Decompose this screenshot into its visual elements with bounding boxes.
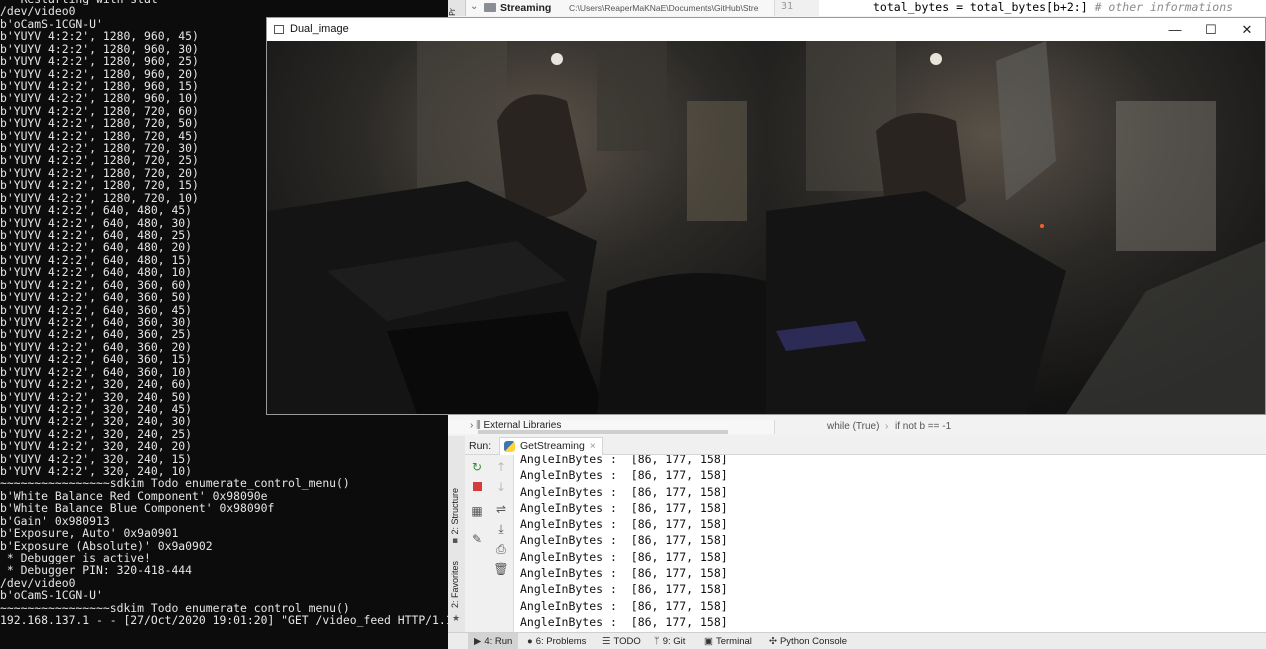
console-line: AngleInBytes : [86, 177, 158] bbox=[520, 598, 728, 613]
console-line: AngleInBytes : [86, 177, 158] bbox=[520, 533, 728, 548]
todo-tool-button[interactable]: ☰ TODO bbox=[602, 633, 641, 649]
python-console-icon: ✣ bbox=[769, 636, 777, 647]
breadcrumb-item[interactable]: while (True) bbox=[827, 421, 879, 432]
console-line: AngleInBytes : [86, 177, 158] bbox=[520, 500, 728, 515]
arrow-down-icon[interactable]: ↓ bbox=[493, 479, 509, 495]
chevron-down-icon[interactable]: ⌄ bbox=[470, 1, 478, 12]
console-line: AngleInBytes : [86, 177, 158] bbox=[520, 468, 728, 483]
code-comment: # other informations bbox=[1094, 0, 1234, 14]
todo-icon: ☰ bbox=[602, 636, 611, 647]
dual-image-window[interactable]: Dual_image — ☐ ✕ bbox=[266, 17, 1266, 415]
breadcrumb: while (True) › if not b == -1 bbox=[774, 420, 1266, 434]
terminal-line: b'White Balance Red Component' 0x98090e bbox=[0, 489, 268, 503]
console-line: AngleInBytes : [86, 177, 158] bbox=[520, 549, 728, 564]
maximize-button[interactable]: ☐ bbox=[1193, 18, 1229, 41]
run-toolbar-secondary: ↑ ↓ ⇌ ⤓ ⎙ 🗑 bbox=[489, 455, 514, 632]
arrow-up-icon[interactable]: ↑ bbox=[493, 459, 509, 475]
project-tree-root[interactable]: ⌄ Streaming C:\Users\ReaperMaKNaE\Docume… bbox=[466, 0, 774, 16]
close-tab-icon[interactable]: × bbox=[590, 440, 596, 452]
terminal-line: b'Gain' 0x980913 bbox=[0, 514, 110, 528]
terminal-line: b'Exposure (Absolute)' 0x9a0902 bbox=[0, 539, 213, 552]
console-line: AngleInBytes : [86, 177, 158] bbox=[520, 582, 728, 597]
terminal-line: ~~~~~~~~~~~~~~~~sdkim Todo enumerate_con… bbox=[0, 477, 350, 490]
terminal-line: b'YUYV 4:2:2', 320, 240, 30) bbox=[0, 415, 193, 428]
console-output: AngleInBytes : [86, 177, 158] AngleInByte… bbox=[520, 455, 728, 630]
terminal-line: b'YUYV 4:2:2', 320, 240, 15) bbox=[0, 452, 193, 466]
git-branch-icon: ᛘ bbox=[654, 636, 660, 647]
terminal-line: b'YUYV 4:2:2', 320, 240, 25) bbox=[0, 427, 193, 441]
console-line: AngleInBytes : [86, 177, 158] bbox=[520, 614, 728, 629]
side-tool-strip: 2: Structure 2: Favorites ▪ ★ bbox=[448, 436, 466, 632]
favorites-tool-tab[interactable]: 2: Favorites bbox=[450, 561, 460, 608]
star-icon: ★ bbox=[452, 614, 461, 624]
console-line: AngleInBytes : [86, 177, 158] bbox=[520, 566, 728, 581]
window-icon bbox=[274, 25, 284, 34]
console-line: AngleInBytes : [86, 177, 158] bbox=[520, 517, 728, 532]
project-name: Streaming bbox=[500, 2, 552, 14]
print-icon[interactable]: ⎙ bbox=[493, 541, 509, 557]
soft-wrap-icon[interactable]: ⇌ bbox=[493, 501, 509, 517]
python-console-tool-button[interactable]: ✣ Python Console bbox=[769, 633, 847, 649]
console-line: AngleInBytes : [86, 177, 158] bbox=[520, 484, 728, 499]
problems-icon: ● bbox=[527, 636, 533, 647]
problems-tool-button[interactable]: ● 6: Problems bbox=[527, 633, 586, 649]
terminal-line: /dev/video0 bbox=[0, 576, 76, 590]
project-path: C:\Users\ReaperMaKNaE\Documents\GitHub\S… bbox=[569, 3, 759, 13]
tab-getstreaming[interactable]: GetStreaming × bbox=[499, 437, 603, 455]
project-tool-tab[interactable]: Pr bbox=[448, 0, 466, 16]
run-icon: ▶ bbox=[474, 636, 482, 647]
scroll-to-end-icon[interactable]: ⤓ bbox=[493, 521, 509, 537]
horizontal-scrollbar[interactable] bbox=[478, 430, 728, 434]
left-camera-image bbox=[267, 41, 766, 414]
console-line: AngleInBytes : [86, 177, 158] bbox=[520, 455, 728, 466]
terminal-line: * Debugger PIN: 320-418-444 bbox=[0, 564, 193, 577]
rerun-icon[interactable]: ↻ bbox=[469, 459, 485, 475]
stop-icon[interactable] bbox=[469, 479, 485, 495]
breadcrumb-separator-icon: › bbox=[885, 421, 889, 432]
terminal-line: b'oCamS-1CGN-U' bbox=[0, 589, 103, 602]
layout-icon[interactable]: ▦ bbox=[469, 503, 485, 519]
terminal-icon: ▣ bbox=[704, 636, 713, 647]
window-titlebar[interactable]: Dual_image — ☐ ✕ bbox=[267, 18, 1265, 41]
python-icon bbox=[504, 441, 515, 452]
line-number-gutter: 31 bbox=[774, 0, 819, 16]
terminal-tool-button[interactable]: ▣ Terminal bbox=[704, 633, 752, 649]
terminal-line: * Debugger is active! bbox=[0, 551, 151, 565]
run-console[interactable]: AngleInBytes : [86, 177, 158] AngleInByte… bbox=[514, 455, 1266, 632]
terminal-line: ~~~~~~~~~~~~~~~~sdkim Todo enumerate_con… bbox=[0, 601, 350, 615]
terminal-line: b'White Balance Blue Component' 0x98090f bbox=[0, 502, 275, 515]
window-title: Dual_image bbox=[290, 23, 349, 35]
code-line: total_bytes = total_bytes[b+2:] # other … bbox=[873, 0, 1234, 14]
terminal-line: 192.168.137.1 - - [27/Oct/2020 19:01:20]… bbox=[0, 614, 448, 627]
trash-icon[interactable]: 🗑 bbox=[493, 561, 509, 577]
terminal-line: b'YUYV 4:2:2', 320, 240, 20) bbox=[0, 440, 193, 453]
run-panel-header: Run: GetStreaming × bbox=[465, 436, 1266, 455]
chevron-right-icon: › bbox=[470, 420, 474, 431]
close-button[interactable]: ✕ bbox=[1229, 18, 1265, 41]
breadcrumb-item[interactable]: if not b == -1 bbox=[895, 421, 951, 432]
tool-window-bar: ▶ 4: Run ● 6: Problems ☰ TODO ᛘ 9: Git ▣ Term… bbox=[448, 632, 1266, 649]
project-tree-lower: › ⫼ External Libraries while (True) › if… bbox=[448, 420, 1266, 434]
pin-icon[interactable]: ✎ bbox=[469, 531, 485, 547]
structure-tool-tab[interactable]: 2: Structure bbox=[450, 488, 460, 535]
terminal-line: b'YUYV 4:2:2', 320, 240, 10) bbox=[0, 465, 193, 478]
git-tool-button[interactable]: ᛘ 9: Git bbox=[654, 633, 685, 649]
minimize-button[interactable]: — bbox=[1157, 18, 1193, 41]
run-tool-button[interactable]: ▶ 4: Run bbox=[468, 633, 519, 649]
run-toolbar: ↻ ▦ ✎ bbox=[465, 455, 489, 632]
code-editor[interactable]: total_bytes = total_bytes[b+2:] # other … bbox=[819, 0, 1266, 16]
terminal-line: /dev/video0 bbox=[0, 5, 76, 18]
right-camera-image bbox=[766, 41, 1265, 414]
run-label: Run: bbox=[469, 440, 492, 452]
terminal-line: b'Exposure, Auto' 0x9a0901 bbox=[0, 527, 179, 540]
structure-icon: ▪ bbox=[452, 536, 459, 546]
camera-frames bbox=[267, 41, 1265, 414]
folder-icon bbox=[484, 3, 496, 12]
